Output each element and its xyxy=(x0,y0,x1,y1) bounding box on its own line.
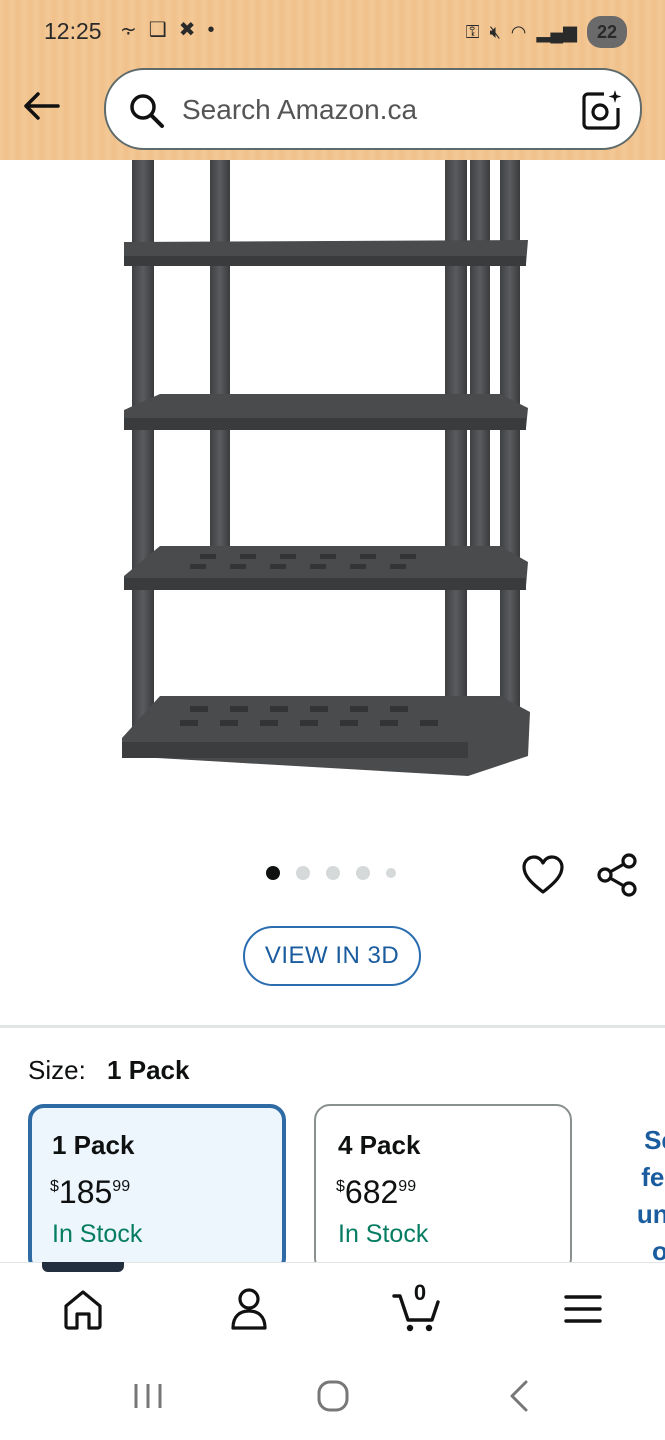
carousel-dot-active[interactable] xyxy=(266,866,280,880)
product-image[interactable] xyxy=(100,160,560,800)
view-in-3d-button[interactable]: VIEW IN 3D xyxy=(243,926,421,986)
back-arrow-icon[interactable] xyxy=(18,84,66,128)
section-divider xyxy=(0,1025,665,1028)
price-whole: 185 xyxy=(58,1174,113,1210)
option-stock-status: In Stock xyxy=(52,1220,143,1248)
size-selection-label: Size: 1 Pack xyxy=(28,1055,189,1086)
price-currency: $ xyxy=(336,1178,345,1195)
recent-apps-icon[interactable] xyxy=(128,1374,168,1418)
share-icon[interactable] xyxy=(596,852,640,898)
see-more-line: una xyxy=(636,1199,665,1229)
camera-search-icon[interactable] xyxy=(580,88,624,132)
option-title: 4 Pack xyxy=(338,1130,421,1160)
carousel-dot[interactable] xyxy=(356,866,370,880)
cart-count-badge: 0 xyxy=(413,1280,427,1305)
wishlist-heart-icon[interactable] xyxy=(520,852,566,898)
signal-icon: ▂▄▆ xyxy=(536,22,577,42)
size-option-4-pack[interactable]: 4 Pack $68299 In Stock xyxy=(314,1104,572,1274)
status-right-icons: ⚿ 🔇︎ ◠ ▂▄▆ 22 xyxy=(466,16,627,48)
status-time: 12:25 xyxy=(44,18,102,44)
home-button-icon[interactable] xyxy=(313,1374,353,1418)
status-bar: 12:25 ⸟ ❑ ✖ • ⚿ 🔇︎ ◠ ▂▄▆ 22 xyxy=(0,0,665,64)
back-button-icon[interactable] xyxy=(500,1374,540,1418)
carousel-dot[interactable] xyxy=(296,866,310,880)
option-title: 1 Pack xyxy=(52,1130,135,1160)
price-currency: $ xyxy=(50,1178,59,1195)
notification-icon: ⸟ xyxy=(120,19,137,41)
see-more-line: fea xyxy=(641,1162,665,1192)
size-label: Size: xyxy=(28,1055,86,1085)
search-placeholder: Search Amazon.ca xyxy=(182,94,418,125)
size-option-1-pack[interactable]: 1 Pack $18599 In Stock xyxy=(28,1104,286,1274)
account-icon[interactable] xyxy=(224,1284,274,1334)
carousel-dot[interactable] xyxy=(326,866,340,880)
screenshot-icon: ❑ xyxy=(148,19,167,41)
mute-icon: 🔇︎ xyxy=(489,22,501,42)
price-fraction: 99 xyxy=(112,1178,131,1195)
option-price: $18599 xyxy=(50,1174,130,1211)
search-icon xyxy=(130,94,164,128)
option-stock-status: In Stock xyxy=(338,1220,429,1248)
menu-icon[interactable] xyxy=(558,1284,608,1334)
status-left-icons: ⸟ ❑ ✖ • xyxy=(120,16,214,44)
option-price: $68299 xyxy=(336,1174,416,1211)
carousel-dot[interactable] xyxy=(386,868,396,878)
more-notifications-icon: • xyxy=(207,19,215,41)
see-more-line: Se xyxy=(644,1125,665,1155)
price-fraction: 99 xyxy=(398,1178,417,1195)
price-whole: 682 xyxy=(344,1174,399,1210)
image-carousel-dots[interactable] xyxy=(266,866,396,880)
active-tab-indicator xyxy=(42,1262,124,1272)
home-icon[interactable] xyxy=(58,1284,108,1334)
vpn-key-icon: ⚿ xyxy=(465,22,480,42)
size-selected-value: 1 Pack xyxy=(107,1055,190,1085)
app-notification-icon: ✖ xyxy=(178,19,196,41)
battery-indicator: 22 xyxy=(586,16,627,48)
see-more-options-link[interactable]: Se fea una o xyxy=(620,1122,665,1270)
search-input[interactable]: Search Amazon.ca xyxy=(104,68,642,150)
wifi-icon: ◠ xyxy=(510,22,527,42)
header: 12:25 ⸟ ❑ ✖ • ⚿ 🔇︎ ◠ ▂▄▆ 22 Search Amazo… xyxy=(0,0,665,160)
